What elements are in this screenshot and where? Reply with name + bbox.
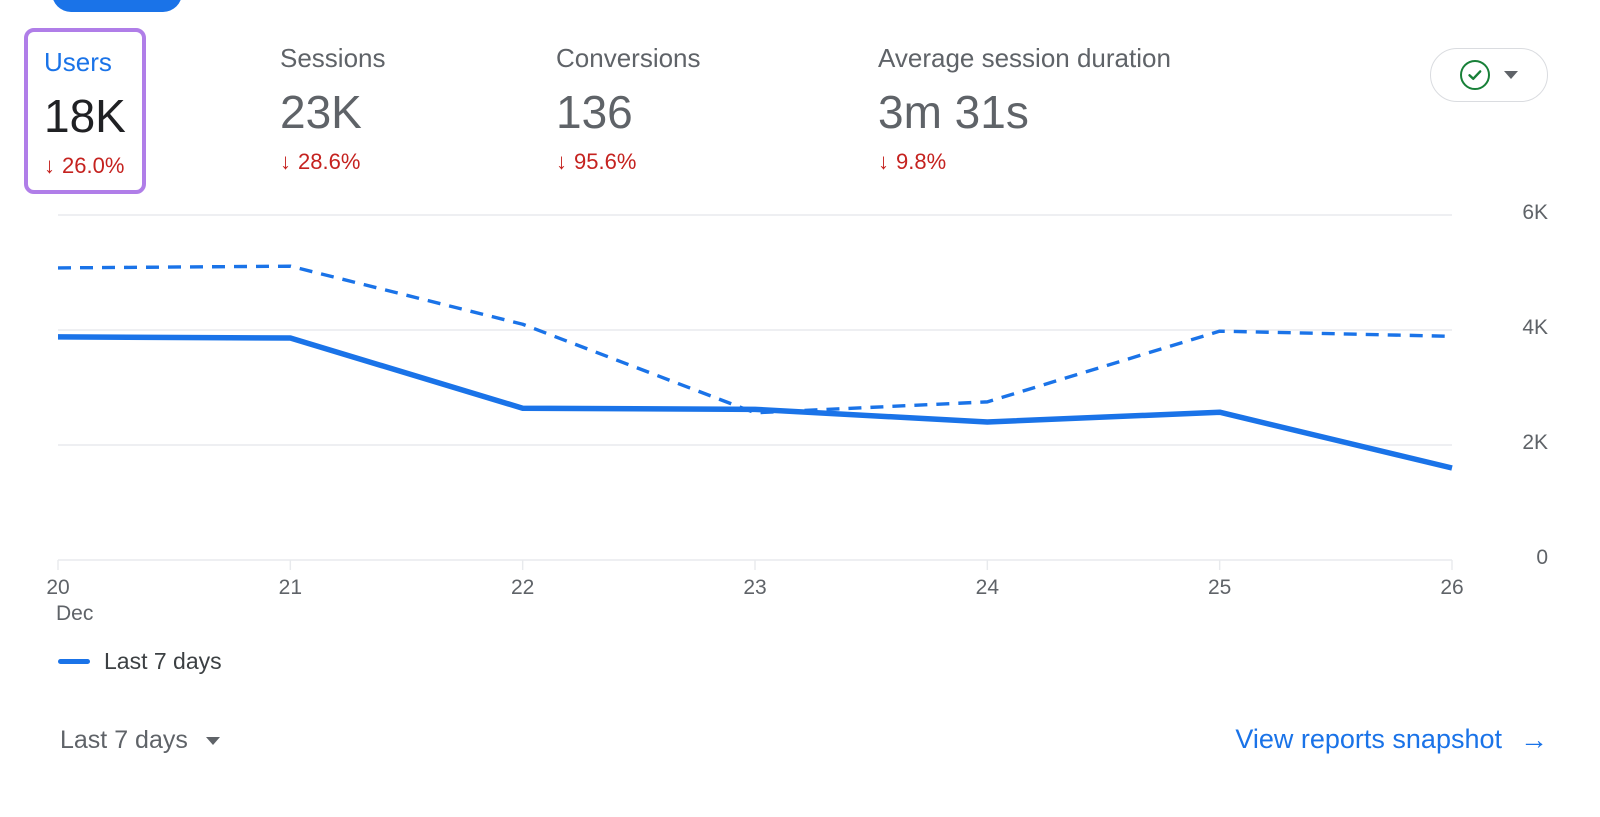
y-axis-tick-label: 6K <box>1522 201 1548 224</box>
metric-delta-value: 9.8% <box>896 149 947 174</box>
metric-value: 136 <box>556 86 633 138</box>
arrow-right-icon: → <box>1520 723 1548 755</box>
x-axis-month-label: Dec <box>56 602 94 625</box>
legend-swatch-icon <box>58 659 90 664</box>
arrow-down-icon: ↓ <box>556 149 567 174</box>
metric-delta: ↓ 9.8% <box>878 148 1171 176</box>
chevron-down-icon[interactable] <box>205 736 220 745</box>
x-axis-tick-label: 21 <box>278 576 303 599</box>
metric-value: 18K <box>44 90 126 142</box>
metric-card-average-session-duration[interactable]: Average session duration 3m 31s ↓ 9.8% <box>862 28 1187 186</box>
metric-label: Users <box>44 47 112 77</box>
metric-delta: ↓ 26.0% <box>44 152 126 180</box>
metric-value: 3m 31s <box>878 86 1029 138</box>
metric-label: Sessions <box>280 43 386 73</box>
card-footer: Last 7 days View reports snapshot → <box>0 716 1600 786</box>
y-axis-tick-label: 0 <box>1536 546 1548 569</box>
arrow-down-icon: ↓ <box>280 149 291 174</box>
metric-value: 23K <box>280 86 362 138</box>
x-axis-tick-label: 20 <box>46 576 70 599</box>
chart-plot-area <box>57 214 1453 570</box>
view-reports-snapshot-label: View reports snapshot <box>1235 724 1502 754</box>
x-axis-tick-label: 25 <box>1207 576 1232 599</box>
metric-card-sessions[interactable]: Sessions 23K ↓ 28.6% <box>264 28 402 186</box>
chart-axis-ticks <box>57 560 1453 570</box>
metric-delta-value: 28.6% <box>298 149 361 174</box>
legend-label: Last 7 days <box>104 648 222 674</box>
metric-delta-value: 95.6% <box>574 149 637 174</box>
chevron-down-icon[interactable] <box>1504 71 1518 79</box>
metric-delta-value: 26.0% <box>62 153 125 178</box>
arrow-down-icon: ↓ <box>878 149 889 174</box>
x-axis-tick-label: 24 <box>975 576 1000 599</box>
metric-delta: ↓ 95.6% <box>556 148 701 176</box>
y-axis-tick-label: 4K <box>1522 316 1548 339</box>
check-circle-icon <box>1460 60 1490 90</box>
chart-series-1 <box>57 334 1453 471</box>
analytics-overview-card: Users 18K ↓ 26.0% Sessions 23K ↓ 28.6% C… <box>0 0 1600 817</box>
metric-card-conversions[interactable]: Conversions 136 ↓ 95.6% <box>540 28 717 186</box>
active-tab-pill[interactable] <box>52 0 182 12</box>
metric-strip: Users 18K ↓ 26.0% Sessions 23K ↓ 28.6% C… <box>0 28 1600 210</box>
chart-legend[interactable]: Last 7 days <box>58 648 222 675</box>
chart-series-lines <box>57 264 1453 471</box>
view-reports-snapshot-link[interactable]: View reports snapshot → <box>1235 724 1548 755</box>
x-axis-tick-label: 26 <box>1440 576 1464 599</box>
metric-delta: ↓ 28.6% <box>280 148 386 176</box>
data-quality-status-button[interactable] <box>1430 48 1548 102</box>
x-axis-tick-label: 23 <box>743 576 767 599</box>
date-range-selector[interactable]: Last 7 days <box>60 726 220 755</box>
x-axis-tick-label: 22 <box>510 576 535 599</box>
metric-label: Conversions <box>556 43 701 73</box>
date-range-label: Last 7 days <box>60 726 188 754</box>
metric-card-users[interactable]: Users 18K ↓ 26.0% <box>24 28 146 194</box>
metric-label: Average session duration <box>878 43 1171 73</box>
timeseries-chart: 6K 4K 2K 0 20 21 22 23 24 25 26 Dec <box>0 201 1600 638</box>
arrow-down-icon: ↓ <box>44 153 55 178</box>
y-axis-tick-label: 2K <box>1522 431 1548 454</box>
